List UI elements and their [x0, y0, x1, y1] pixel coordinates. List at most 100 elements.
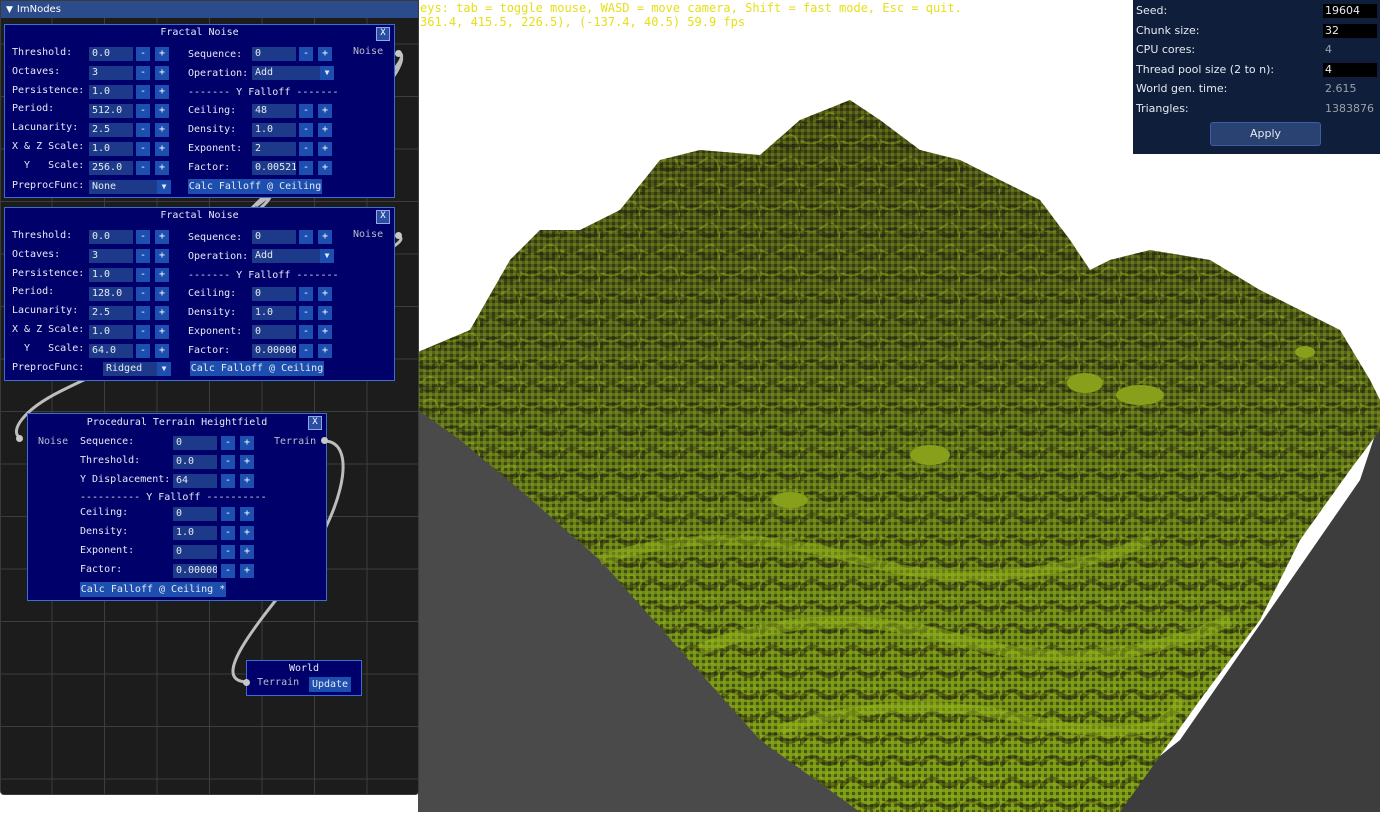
- xz-scale-field[interactable]: 1.0: [89, 142, 133, 156]
- minus-button[interactable]: -: [221, 436, 235, 450]
- chunk-size-input[interactable]: 32: [1323, 24, 1377, 38]
- threshold-field[interactable]: 0.0: [89, 47, 133, 61]
- imnodes-window[interactable]: ▼ ImNodes Fractal Noise X Noise Threshold…: [0, 0, 419, 795]
- sequence-field[interactable]: 0: [173, 436, 217, 450]
- close-button[interactable]: X: [308, 416, 322, 430]
- dropdown-arrow-icon[interactable]: ▼: [157, 362, 171, 376]
- plus-button[interactable]: +: [240, 436, 254, 450]
- period-field[interactable]: 128.0: [89, 287, 133, 301]
- minus-button[interactable]: -: [221, 507, 235, 521]
- preproc-combo[interactable]: None ▼: [89, 180, 171, 194]
- exponent-field[interactable]: 0: [173, 545, 217, 559]
- minus-button[interactable]: -: [299, 344, 313, 358]
- minus-button[interactable]: -: [299, 104, 313, 118]
- thread-pool-input[interactable]: 4: [1323, 63, 1377, 77]
- factor-field[interactable]: 0.00521: [252, 161, 296, 175]
- minus-button[interactable]: -: [136, 325, 150, 339]
- plus-button[interactable]: +: [155, 249, 169, 263]
- minus-button[interactable]: -: [299, 161, 313, 175]
- density-field[interactable]: 1.0: [173, 526, 217, 540]
- plus-button[interactable]: +: [155, 123, 169, 137]
- fractal-noise-node-2[interactable]: Fractal Noise X Noise Threshold: 0.0 - +…: [4, 207, 395, 381]
- plus-button[interactable]: +: [155, 287, 169, 301]
- density-field[interactable]: 1.0: [252, 306, 296, 320]
- seed-input[interactable]: 19604: [1323, 4, 1377, 18]
- plus-button[interactable]: +: [155, 47, 169, 61]
- plus-button[interactable]: +: [240, 526, 254, 540]
- plus-button[interactable]: +: [318, 123, 332, 137]
- close-button[interactable]: X: [376, 210, 390, 224]
- threshold-field[interactable]: 0.0: [173, 455, 217, 469]
- minus-button[interactable]: -: [136, 123, 150, 137]
- operation-combo[interactable]: Add ▼: [252, 249, 334, 263]
- persistence-field[interactable]: 1.0: [89, 85, 133, 99]
- preproc-combo[interactable]: Ridged ▼: [103, 362, 171, 376]
- octaves-field[interactable]: 3: [89, 66, 133, 80]
- threshold-field[interactable]: 0.0: [89, 230, 133, 244]
- plus-button[interactable]: +: [155, 306, 169, 320]
- period-field[interactable]: 512.0: [89, 104, 133, 118]
- minus-button[interactable]: -: [221, 526, 235, 540]
- lacunarity-field[interactable]: 2.5: [89, 306, 133, 320]
- apply-button[interactable]: Apply: [1210, 122, 1321, 146]
- minus-button[interactable]: -: [221, 455, 235, 469]
- minus-button[interactable]: -: [136, 287, 150, 301]
- minus-button[interactable]: -: [136, 142, 150, 156]
- dropdown-arrow-icon[interactable]: ▼: [157, 180, 171, 194]
- plus-button[interactable]: +: [318, 325, 332, 339]
- plus-button[interactable]: +: [318, 47, 332, 61]
- minus-button[interactable]: -: [299, 306, 313, 320]
- minus-button[interactable]: -: [221, 545, 235, 559]
- ceiling-field[interactable]: 0: [252, 287, 296, 301]
- input-pin[interactable]: [243, 679, 250, 686]
- minus-button[interactable]: -: [299, 142, 313, 156]
- plus-button[interactable]: +: [318, 287, 332, 301]
- y-scale-field[interactable]: 256.0: [89, 161, 133, 175]
- plus-button[interactable]: +: [318, 306, 332, 320]
- lacunarity-field[interactable]: 2.5: [89, 123, 133, 137]
- plus-button[interactable]: +: [240, 507, 254, 521]
- close-button[interactable]: X: [376, 27, 390, 41]
- plus-button[interactable]: +: [240, 474, 254, 488]
- calc-falloff-button[interactable]: Calc Falloff @ Ceiling *: [80, 582, 226, 597]
- terrain-heightfield-node[interactable]: Procedural Terrain Heightfield X Noise T…: [27, 413, 327, 601]
- plus-button[interactable]: +: [155, 66, 169, 80]
- plus-button[interactable]: +: [155, 161, 169, 175]
- plus-button[interactable]: +: [318, 104, 332, 118]
- plus-button[interactable]: +: [155, 85, 169, 99]
- dropdown-arrow-icon[interactable]: ▼: [320, 249, 334, 263]
- minus-button[interactable]: -: [299, 123, 313, 137]
- plus-button[interactable]: +: [318, 161, 332, 175]
- plus-button[interactable]: +: [155, 344, 169, 358]
- world-settings-panel[interactable]: Seed: 19604 Chunk size: 32 CPU cores: 4 …: [1133, 0, 1380, 154]
- input-pin[interactable]: [16, 435, 23, 442]
- minus-button[interactable]: -: [136, 268, 150, 282]
- y-scale-field[interactable]: 64.0: [89, 344, 133, 358]
- persistence-field[interactable]: 1.0: [89, 268, 133, 282]
- minus-button[interactable]: -: [299, 287, 313, 301]
- plus-button[interactable]: +: [318, 142, 332, 156]
- minus-button[interactable]: -: [136, 104, 150, 118]
- operation-combo[interactable]: Add ▼: [252, 66, 334, 80]
- minus-button[interactable]: -: [136, 85, 150, 99]
- plus-button[interactable]: +: [155, 325, 169, 339]
- world-node[interactable]: World Terrain Update: [246, 660, 362, 696]
- plus-button[interactable]: +: [240, 564, 254, 578]
- update-button[interactable]: Update: [309, 677, 351, 692]
- fractal-noise-node-1[interactable]: Fractal Noise X Noise Threshold: 0.0 - +…: [4, 24, 395, 198]
- ceiling-field[interactable]: 0: [173, 507, 217, 521]
- minus-button[interactable]: -: [136, 66, 150, 80]
- plus-button[interactable]: +: [318, 230, 332, 244]
- minus-button[interactable]: -: [136, 306, 150, 320]
- output-pin[interactable]: [395, 50, 402, 57]
- xz-scale-field[interactable]: 1.0: [89, 325, 133, 339]
- sequence-field[interactable]: 0: [252, 230, 296, 244]
- minus-button[interactable]: -: [299, 47, 313, 61]
- minus-button[interactable]: -: [136, 249, 150, 263]
- sequence-field[interactable]: 0: [252, 47, 296, 61]
- minus-button[interactable]: -: [299, 230, 313, 244]
- minus-button[interactable]: -: [136, 344, 150, 358]
- minus-button[interactable]: -: [136, 161, 150, 175]
- factor-field[interactable]: 0.00000: [252, 344, 296, 358]
- minus-button[interactable]: -: [221, 564, 235, 578]
